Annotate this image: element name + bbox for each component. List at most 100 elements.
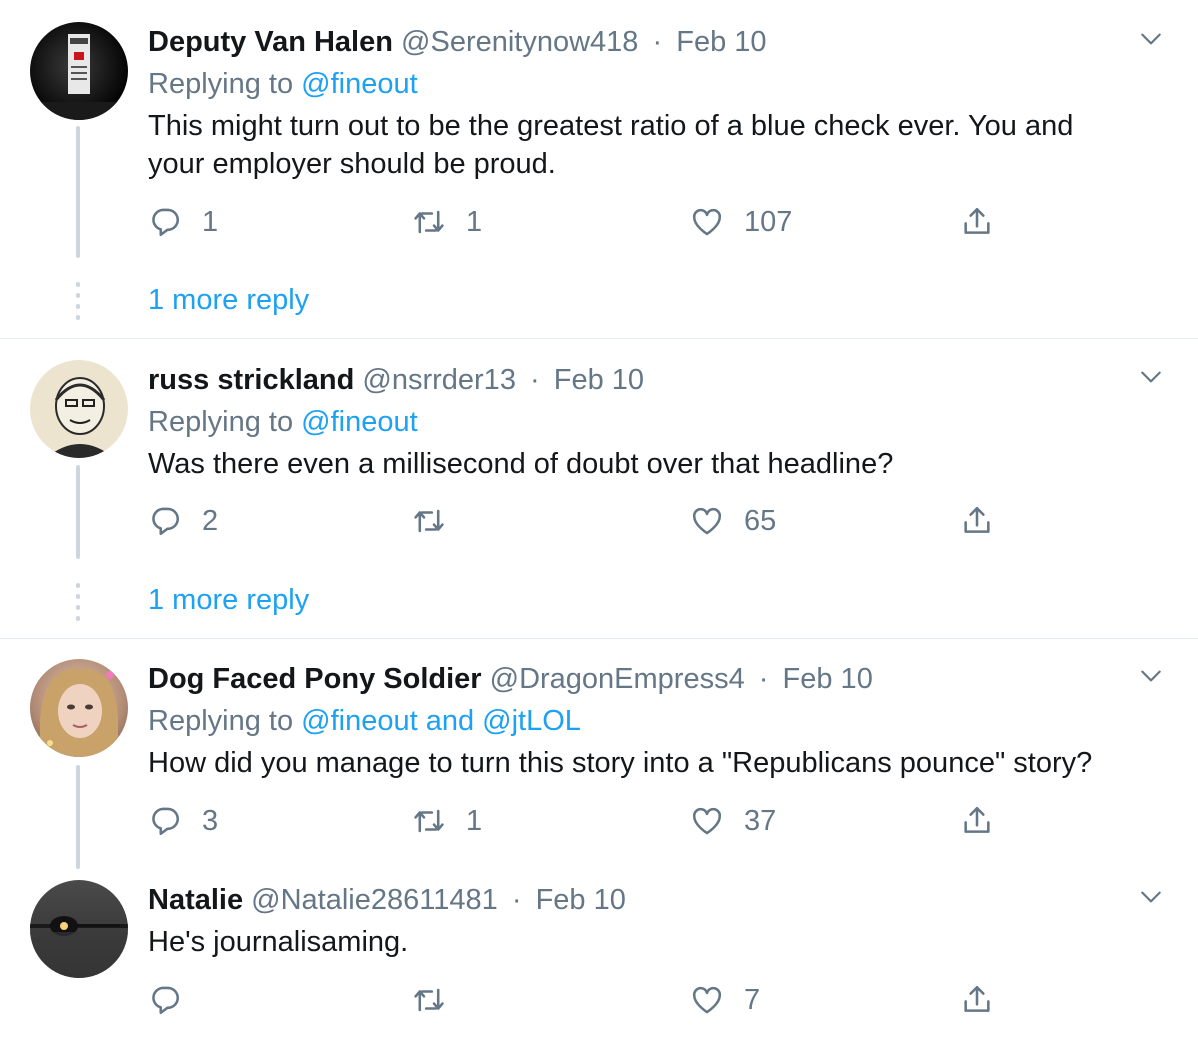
retweet-count: 1	[466, 205, 483, 238]
like-button[interactable]: 7	[690, 978, 760, 1022]
thread-line	[76, 465, 80, 559]
mention-link[interactable]: @fineout	[301, 406, 418, 438]
user-handle[interactable]: @nsrrder13	[362, 364, 516, 396]
tweet-text: He's journalisaming.	[148, 923, 1168, 961]
reply-icon	[148, 205, 182, 239]
retweet-icon	[412, 983, 446, 1017]
more-replies-link[interactable]: 1 more reply	[148, 580, 309, 620]
display-name[interactable]: russ strickland	[148, 364, 354, 396]
reply-feed: Deputy Van Halen @Serenitynow418 · Feb 1…	[0, 0, 1198, 1038]
share-icon	[960, 983, 994, 1017]
tweet-text: How did you manage to turn this story in…	[148, 744, 1168, 782]
replying-prefix: Replying to	[148, 406, 294, 438]
reply-count: 2	[202, 504, 219, 537]
thread-dots	[76, 583, 80, 627]
tweet-text-line: your employer should be proud.	[148, 148, 556, 180]
avatar[interactable]	[30, 880, 128, 978]
tweet-date[interactable]: Feb 10	[783, 663, 873, 695]
chevron-down-icon[interactable]	[1138, 884, 1164, 910]
like-count: 107	[744, 205, 793, 238]
heart-icon	[690, 983, 724, 1017]
chevron-down-icon[interactable]	[1138, 26, 1164, 52]
retweet-button[interactable]: 1	[412, 799, 482, 843]
like-count: 7	[744, 983, 761, 1016]
tweet-header: Dog Faced Pony Soldier @DragonEmpress4 ·…	[148, 659, 873, 699]
reply-button[interactable]: 1	[148, 200, 218, 244]
heart-icon	[690, 804, 724, 838]
user-handle[interactable]: @Natalie28611481	[251, 884, 498, 916]
heart-icon	[690, 205, 724, 239]
reply-icon	[148, 804, 182, 838]
like-button[interactable]: 65	[690, 499, 776, 543]
tweet-header: russ strickland @nsrrder13 · Feb 10	[148, 360, 644, 400]
tweet-date[interactable]: Feb 10	[676, 26, 766, 58]
retweet-count: 1	[466, 804, 483, 837]
tweet[interactable]: Dog Faced Pony Soldier @DragonEmpress4 ·…	[0, 639, 1198, 869]
like-count: 37	[744, 804, 777, 837]
tweet-date[interactable]: Feb 10	[536, 884, 626, 916]
replying-to: Replying to @fineout and @jtLOL	[148, 701, 581, 741]
separator-dot: ·	[511, 884, 522, 916]
replying-prefix: Replying to	[148, 705, 294, 737]
tweet-text-line: He's journalisaming.	[148, 926, 409, 958]
tweet-text-line: This might turn out to be the greatest r…	[148, 110, 1074, 142]
tweet-text: This might turn out to be the greatest r…	[148, 107, 1168, 183]
like-button[interactable]: 37	[690, 799, 776, 843]
separator-dot: ·	[758, 663, 769, 695]
user-handle[interactable]: @Serenitynow418	[401, 26, 638, 58]
avatar[interactable]	[30, 22, 128, 120]
tweet[interactable]: Natalie @Natalie28611481 · Feb 10 He's j…	[0, 860, 1198, 1038]
heart-icon	[690, 504, 724, 538]
tweet-actions: 1 1 107	[148, 200, 1008, 244]
tweet-actions: 2 65	[148, 499, 1008, 543]
reply-icon	[148, 983, 182, 1017]
like-count: 65	[744, 504, 777, 537]
retweet-button[interactable]: 1	[412, 200, 482, 244]
tweet[interactable]: Deputy Van Halen @Serenitynow418 · Feb 1…	[0, 0, 1198, 340]
thread-line	[76, 126, 80, 258]
mention-link[interactable]: @fineout and @jtLOL	[301, 705, 581, 737]
reply-icon	[148, 504, 182, 538]
share-button[interactable]	[960, 799, 994, 843]
thread-dots	[76, 282, 80, 326]
replying-prefix: Replying to	[148, 68, 294, 100]
avatar[interactable]	[30, 659, 128, 757]
share-icon	[960, 205, 994, 239]
avatar[interactable]	[30, 360, 128, 458]
display-name[interactable]: Deputy Van Halen	[148, 26, 393, 58]
reply-button[interactable]: 3	[148, 799, 218, 843]
mention-link[interactable]: @fineout	[301, 68, 418, 100]
retweet-icon	[412, 504, 446, 538]
display-name[interactable]: Dog Faced Pony Soldier	[148, 663, 482, 695]
reply-count: 3	[202, 804, 219, 837]
replying-to: Replying to @fineout	[148, 402, 418, 442]
thread-line	[76, 765, 80, 869]
tweet-header: Natalie @Natalie28611481 · Feb 10	[148, 880, 626, 920]
share-button[interactable]	[960, 200, 994, 244]
tweet-actions: 3 1 37	[148, 799, 1008, 843]
display-name[interactable]: Natalie	[148, 884, 243, 916]
retweet-icon	[412, 804, 446, 838]
reply-button[interactable]	[148, 978, 202, 1022]
share-icon	[960, 504, 994, 538]
retweet-button[interactable]	[412, 499, 466, 543]
tweet-actions: 7	[148, 978, 1008, 1022]
reply-button[interactable]: 2	[148, 499, 218, 543]
chevron-down-icon[interactable]	[1138, 663, 1164, 689]
tweet-text-line: How did you manage to turn this story in…	[148, 747, 1093, 779]
chevron-down-icon[interactable]	[1138, 364, 1164, 390]
replying-to: Replying to @fineout	[148, 64, 418, 104]
tweet-date[interactable]: Feb 10	[554, 364, 644, 396]
share-icon	[960, 804, 994, 838]
tweet-header: Deputy Van Halen @Serenitynow418 · Feb 1…	[148, 22, 767, 62]
more-replies-link[interactable]: 1 more reply	[148, 280, 309, 320]
share-button[interactable]	[960, 978, 994, 1022]
tweet-text: Was there even a millisecond of doubt ov…	[148, 445, 1168, 483]
user-handle[interactable]: @DragonEmpress4	[490, 663, 745, 695]
retweet-button[interactable]	[412, 978, 466, 1022]
tweet[interactable]: russ strickland @nsrrder13 · Feb 10 Repl…	[0, 339, 1198, 639]
reply-count: 1	[202, 205, 219, 238]
retweet-icon	[412, 205, 446, 239]
like-button[interactable]: 107	[690, 200, 792, 244]
share-button[interactable]	[960, 499, 994, 543]
